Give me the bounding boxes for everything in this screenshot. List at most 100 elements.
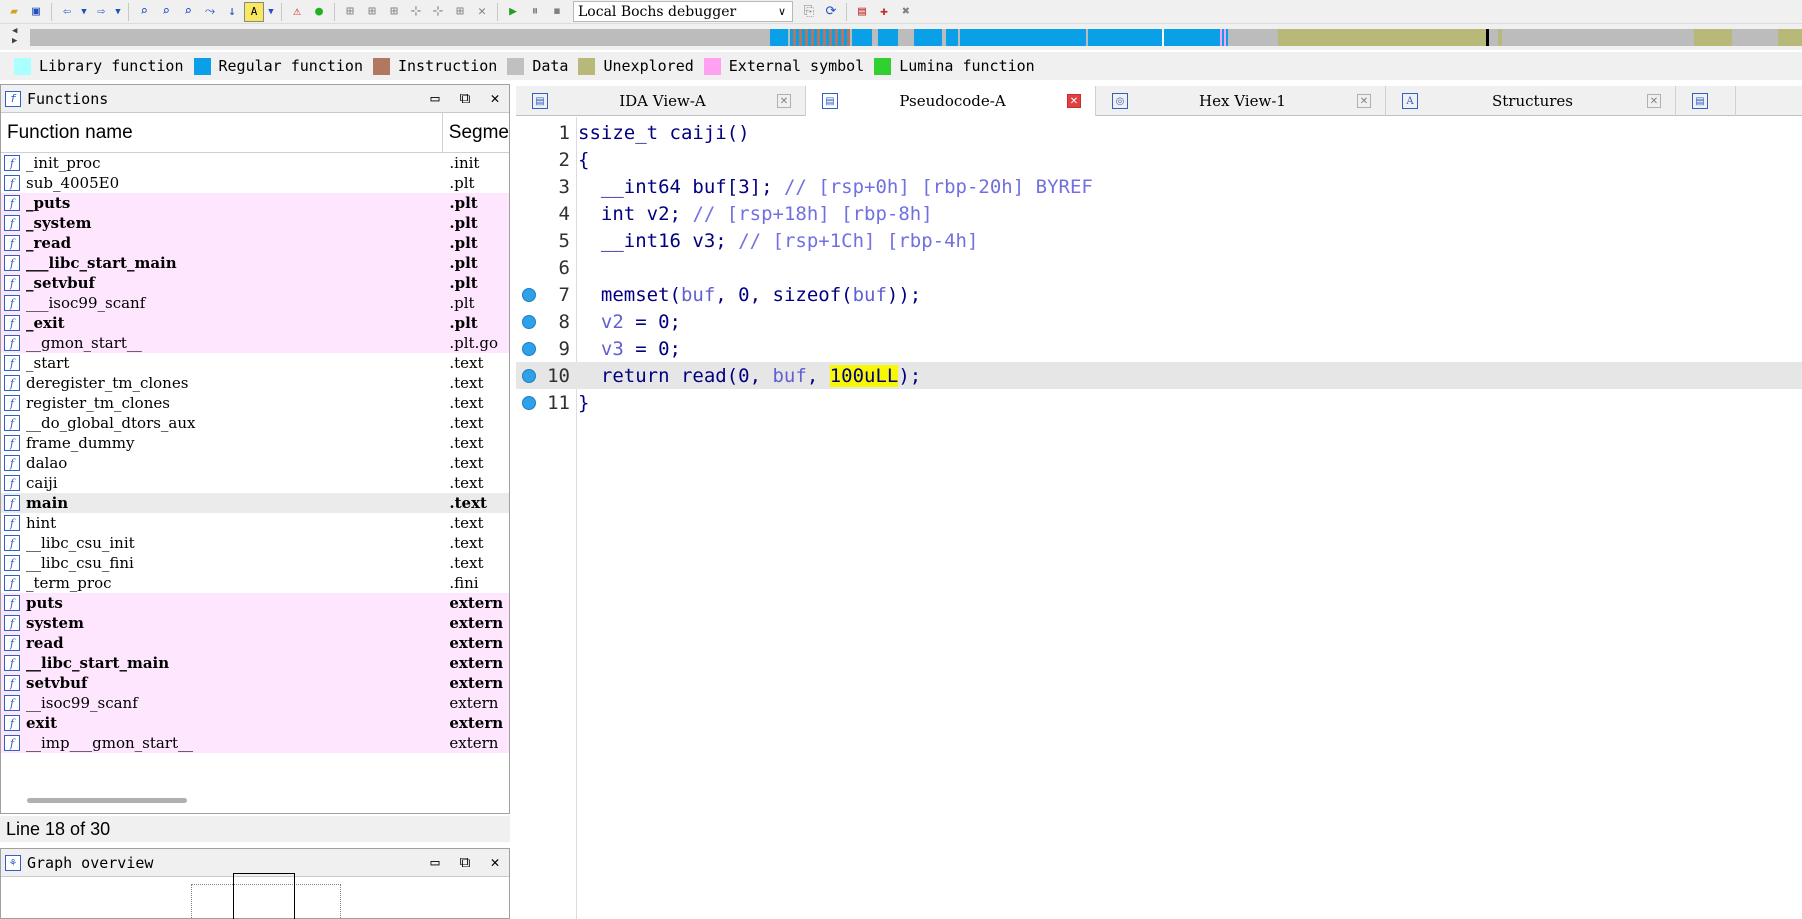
code-line-3[interactable]: 3 __int64 buf[3]; // [rsp+0h] [rbp-20h] …: [516, 173, 1802, 200]
function-row[interactable]: f _system .plt: [1, 213, 509, 233]
code-line-4[interactable]: 4 int v2; // [rsp+18h] [rbp-8h]: [516, 200, 1802, 227]
variable-token[interactable]: buf: [853, 284, 887, 306]
function-row[interactable]: f __do_global_dtors_aux .text: [1, 413, 509, 433]
stop-icon[interactable]: ⏹: [547, 2, 567, 22]
navigation-band[interactable]: [30, 29, 1802, 46]
remove-breakpoint-icon[interactable]: ✖: [896, 2, 916, 22]
function-row[interactable]: f _start .text: [1, 353, 509, 373]
function-row[interactable]: f __gmon_start__ .plt.go: [1, 333, 509, 353]
function-row[interactable]: f _term_proc .fini: [1, 573, 509, 593]
function-row[interactable]: f _read .plt: [1, 233, 509, 253]
breakpoint-dot-icon[interactable]: [522, 368, 536, 383]
maximize-icon[interactable]: ▭: [427, 853, 443, 871]
close-icon[interactable]: ✕: [487, 853, 503, 871]
jump-down-icon[interactable]: ↓: [222, 2, 242, 22]
function-row[interactable]: f sub_4005E0 .plt: [1, 173, 509, 193]
maximize-icon[interactable]: ▭: [427, 89, 443, 107]
breakpoint-dot-icon[interactable]: [522, 314, 536, 329]
string-dropdown-icon[interactable]: ▼: [266, 2, 276, 22]
back-arrow-icon[interactable]: ⇦: [57, 2, 77, 22]
graph-tool-5-icon[interactable]: ⊹: [428, 2, 448, 22]
code-line-11[interactable]: 11 }: [516, 389, 1802, 416]
code-line-2[interactable]: 2 {: [516, 146, 1802, 173]
code-line-1[interactable]: 1 ssize_t caiji(): [516, 119, 1802, 146]
tab-structures[interactable]: A Structures ✕: [1386, 86, 1676, 116]
start-debug-icon[interactable]: ▶: [503, 2, 523, 22]
function-row[interactable]: f register_tm_clones .text: [1, 393, 509, 413]
function-row[interactable]: f hint .text: [1, 513, 509, 533]
close-icon[interactable]: ✕: [1067, 94, 1081, 108]
breakpoint-list-icon[interactable]: ▤: [852, 2, 872, 22]
function-row[interactable]: f caiji .text: [1, 473, 509, 493]
float-window-icon[interactable]: ⧉: [457, 89, 473, 107]
variable-token[interactable]: v3: [601, 338, 624, 360]
breakpoint-dot-icon[interactable]: [522, 395, 536, 410]
detach-icon[interactable]: ✕: [472, 2, 492, 22]
code-line-5[interactable]: 5 __int16 v3; // [rsp+1Ch] [rbp-4h]: [516, 227, 1802, 254]
tab-hex-view-1[interactable]: ◎ Hex View-1 ✕: [1096, 86, 1386, 116]
immediate-search-icon[interactable]: ⌕: [178, 2, 198, 22]
function-row[interactable]: f ___libc_start_main .plt: [1, 253, 509, 273]
pause-icon[interactable]: ⏸: [525, 2, 545, 22]
function-row[interactable]: f setvbuf extern: [1, 673, 509, 693]
graph-node[interactable]: [233, 873, 295, 919]
function-row[interactable]: f _puts .plt: [1, 193, 509, 213]
function-row[interactable]: f deregister_tm_clones .text: [1, 373, 509, 393]
function-row[interactable]: f _setvbuf .plt: [1, 273, 509, 293]
tab-overflow[interactable]: ▤: [1676, 86, 1736, 116]
function-row[interactable]: f _init_proc .init: [1, 153, 509, 173]
breakpoint-dot-icon[interactable]: [522, 341, 536, 356]
column-header-function-name[interactable]: Function name: [1, 113, 443, 152]
navband-scroll-arrows[interactable]: ◀ ▶: [12, 26, 26, 46]
code-line-6[interactable]: 6: [516, 254, 1802, 281]
function-row[interactable]: f dalao .text: [1, 453, 509, 473]
function-row[interactable]: f read extern: [1, 633, 509, 653]
pseudocode-view[interactable]: 1 ssize_t caiji() 2 { 3 __int64 buf[3]; …: [516, 117, 1802, 919]
code-line-7[interactable]: 7 memset(buf, 0, sizeof(buf));: [516, 281, 1802, 308]
attach-icon[interactable]: ⎘: [799, 2, 819, 22]
variable-token[interactable]: v3;: [692, 230, 726, 252]
breakpoint-dot-icon[interactable]: [522, 287, 536, 302]
close-icon[interactable]: ✕: [777, 94, 791, 108]
open-folder-icon[interactable]: ▰: [4, 2, 24, 22]
function-row[interactable]: f puts extern: [1, 593, 509, 613]
function-row[interactable]: f __isoc99_scanf extern: [1, 693, 509, 713]
graph-tool-4-icon[interactable]: ⊹: [406, 2, 426, 22]
function-signature[interactable]: ssize_t caiji(): [578, 122, 750, 144]
green-circle-icon[interactable]: ●: [309, 2, 329, 22]
tab-pseudocode-a[interactable]: ▤ Pseudocode-A ✕: [806, 86, 1096, 116]
refresh-icon[interactable]: ⟳: [821, 2, 841, 22]
forward-dropdown-icon[interactable]: ▼: [113, 2, 123, 22]
code-line-9[interactable]: 9 v3 = 0;: [516, 335, 1802, 362]
variable-token[interactable]: buf: [772, 365, 806, 387]
debugger-select[interactable]: Local Bochs debugger ∨: [573, 1, 793, 22]
function-row[interactable]: f __libc_csu_init .text: [1, 533, 509, 553]
string-icon[interactable]: A: [244, 1, 264, 22]
function-row[interactable]: f main .text: [1, 493, 509, 513]
function-row[interactable]: f frame_dummy .text: [1, 433, 509, 453]
variable-token[interactable]: v2;: [647, 203, 681, 225]
save-icon[interactable]: ▣: [26, 2, 46, 22]
function-row[interactable]: f __libc_start_main extern: [1, 653, 509, 673]
function-row[interactable]: f __libc_csu_fini .text: [1, 553, 509, 573]
graph-overview-canvas[interactable]: [1, 873, 509, 919]
jump-icon[interactable]: ⤳: [200, 2, 220, 22]
close-icon[interactable]: ✕: [1647, 94, 1661, 108]
binary-search-icon[interactable]: ⌕: [134, 2, 154, 22]
forward-arrow-icon[interactable]: ⇨: [91, 2, 111, 22]
variable-token[interactable]: buf: [692, 176, 726, 198]
highlighted-number[interactable]: 100uLL: [829, 364, 899, 387]
function-row[interactable]: f _exit .plt: [1, 313, 509, 333]
close-icon[interactable]: ✕: [487, 89, 503, 107]
call-token[interactable]: memset(: [601, 284, 681, 306]
graph-tool-1-icon[interactable]: ⊞: [340, 2, 360, 22]
graph-tool-2-icon[interactable]: ⊞: [362, 2, 382, 22]
function-row[interactable]: f system extern: [1, 613, 509, 633]
function-row[interactable]: f __imp___gmon_start__ extern: [1, 733, 509, 753]
code-line-8[interactable]: 8 v2 = 0;: [516, 308, 1802, 335]
add-breakpoint-icon[interactable]: ✚: [874, 2, 894, 22]
function-row[interactable]: f ___isoc99_scanf .plt: [1, 293, 509, 313]
close-icon[interactable]: ✕: [1357, 94, 1371, 108]
code-line-10[interactable]: 10 return read(0, buf, 100uLL);: [516, 362, 1802, 389]
function-row[interactable]: f exit extern: [1, 713, 509, 733]
